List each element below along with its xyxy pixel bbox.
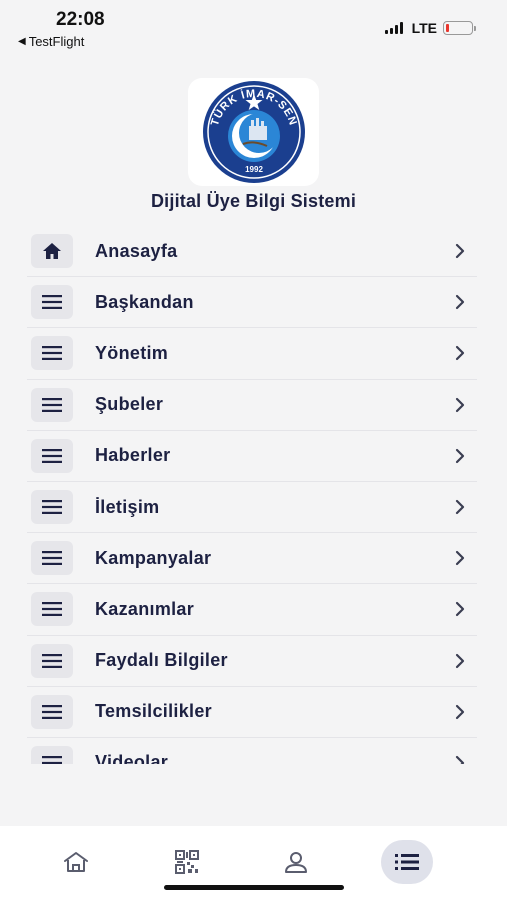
menu-item-label: Anasayfa	[95, 240, 178, 261]
user-icon	[285, 852, 307, 873]
chevron-right-icon	[451, 549, 469, 567]
tab-home[interactable]	[50, 840, 102, 884]
home-icon	[31, 234, 73, 269]
chevron-right-icon	[451, 242, 469, 260]
menu-item-label: Başkandan	[95, 291, 194, 312]
back-arrow-icon: ◀	[18, 36, 26, 47]
menu-item-label: Şubeler	[95, 394, 164, 415]
menu-lines-icon	[31, 745, 73, 764]
menu-lines-icon	[31, 490, 73, 525]
menu-item-6[interactable]: Kampanyalar	[27, 533, 477, 585]
chevron-right-icon	[451, 754, 469, 764]
menu-item-label: Kazanımlar	[95, 598, 195, 619]
chevron-right-icon	[451, 498, 469, 516]
menu-lines-icon	[31, 541, 73, 576]
menu-item-1[interactable]: Başkandan	[27, 277, 477, 329]
battery-icon	[443, 21, 476, 35]
tab-menu[interactable]	[381, 840, 433, 884]
logo-year: 1992	[245, 165, 263, 174]
menu-lines-icon	[31, 694, 73, 729]
chevron-right-icon	[451, 396, 469, 414]
menu-lines-icon	[31, 285, 73, 320]
chevron-right-icon	[451, 652, 469, 670]
status-bar: 22:08 ◀ TestFlight LTE	[0, 0, 507, 52]
app-title: Dijital Üye Bilgi Sistemi	[150, 191, 357, 211]
chevron-right-icon	[451, 600, 469, 618]
qr-code-icon	[175, 850, 199, 874]
menu-lines-icon	[31, 387, 73, 422]
logo-emblem: TÜRK İMAR-SEN 1992	[202, 81, 305, 183]
tab-qr-code[interactable]	[161, 840, 213, 884]
menu-item-5[interactable]: İletişim	[27, 482, 477, 534]
menu-list[interactable]: Anasayfa Başkandan Yönetim Şubeler Haberler İ…	[27, 226, 477, 764]
menu-item-label: İletişim	[95, 496, 160, 517]
chevron-right-icon	[451, 703, 469, 721]
menu-lines-icon	[31, 438, 73, 473]
menu-item-label: Faydalı Bilgiler	[95, 650, 228, 671]
screen: 22:08 ◀ TestFlight LTE TÜRK İMAR-SEN 199…	[0, 0, 507, 900]
chevron-right-icon	[451, 344, 469, 362]
home-icon	[64, 852, 88, 872]
menu-item-10[interactable]: Videolar	[27, 738, 477, 764]
back-to-testflight[interactable]: ◀ TestFlight	[18, 34, 84, 49]
network-type: LTE	[411, 20, 437, 36]
menu-lines-icon	[31, 592, 73, 627]
menu-item-4[interactable]: Haberler	[27, 431, 477, 482]
menu-lines-icon	[31, 336, 73, 371]
home-indicator	[164, 885, 344, 890]
menu-item-0[interactable]: Anasayfa	[27, 226, 477, 278]
list-icon	[395, 854, 419, 870]
signal-icon	[384, 22, 403, 34]
menu-lines-icon	[31, 643, 73, 678]
status-time: 22:08	[56, 9, 105, 30]
menu-item-3[interactable]: Şubeler	[27, 380, 477, 431]
menu-item-9[interactable]: Temsilcilikler	[27, 687, 477, 738]
menu-item-label: Haberler	[95, 445, 171, 466]
status-indicators: LTE	[384, 20, 476, 36]
menu-item-label: Yönetim	[95, 342, 169, 363]
menu-item-8[interactable]: Faydalı Bilgiler	[27, 636, 477, 687]
tab-profile[interactable]	[270, 840, 322, 884]
union-logo: TÜRK İMAR-SEN 1992	[188, 78, 319, 186]
chevron-right-icon	[451, 447, 469, 465]
menu-item-label: Kampanyalar	[95, 547, 212, 568]
menu-item-2[interactable]: Yönetim	[27, 328, 477, 380]
chevron-right-icon	[451, 293, 469, 311]
back-app-label: TestFlight	[28, 34, 85, 49]
menu-item-7[interactable]: Kazanımlar	[27, 584, 477, 636]
menu-item-label: Videolar	[95, 752, 169, 764]
menu-item-label: Temsilcilikler	[95, 701, 212, 722]
